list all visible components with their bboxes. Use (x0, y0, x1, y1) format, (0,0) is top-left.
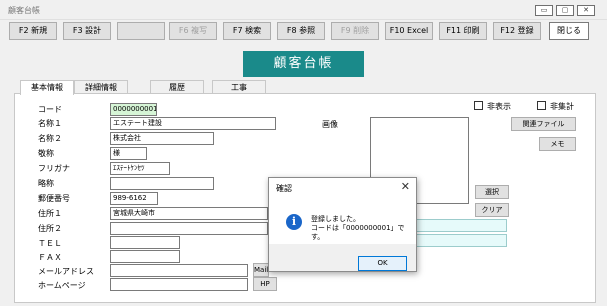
dialog-close-icon[interactable]: ✕ (401, 180, 410, 193)
dialog-message-line1: 登録しました。 (311, 215, 360, 223)
address2-label: 住所２ (38, 224, 62, 233)
hidden-checkbox-label: 非表示 (487, 102, 511, 111)
clear-button[interactable]: クリア (475, 203, 509, 217)
minimize-icon[interactable]: ▭ (535, 5, 553, 16)
postal-code-field[interactable]: 989-6162 (110, 192, 158, 205)
image-label: 画像 (322, 120, 338, 129)
register-button[interactable]: F12 登録 (493, 22, 541, 40)
tab-basic-info[interactable]: 基本情報 (20, 80, 74, 95)
name1-field[interactable]: エステート建設 (110, 117, 276, 130)
print-button[interactable]: F11 印刷 (439, 22, 487, 40)
code-label: コード (38, 105, 62, 114)
address1-field[interactable]: 宮城県大崎市 (110, 207, 268, 220)
memo-button[interactable]: メモ (539, 137, 576, 151)
address2-field[interactable] (110, 222, 268, 235)
design-button[interactable]: F3 設計 (63, 22, 111, 40)
close-button[interactable]: 閉じる (549, 22, 589, 40)
dialog-message: 登録しました。 コードは「0000000001」です。 (311, 215, 416, 242)
ok-button[interactable]: OK (358, 256, 407, 271)
abbreviation-label: 略称 (38, 179, 54, 188)
hidden-checkbox[interactable] (474, 101, 483, 110)
close-icon[interactable]: ✕ (577, 5, 595, 16)
name2-field[interactable]: 株式会社 (110, 132, 214, 145)
info-icon: i (286, 214, 302, 230)
dialog-title: 確認 (276, 184, 292, 193)
mail-button[interactable]: Mail (253, 263, 269, 277)
maximize-icon[interactable]: ▢ (556, 5, 574, 16)
honorific-label: 敬称 (38, 149, 54, 158)
tab-history[interactable]: 履歴 (150, 80, 204, 94)
confirm-dialog: 確認 ✕ i 登録しました。 コードは「0000000001」です。 OK (268, 177, 417, 272)
furigana-field[interactable]: ｴｽﾃｰﾄｹﾝｾﾂ (110, 162, 170, 175)
abbreviation-field[interactable] (110, 177, 214, 190)
new-button[interactable]: F2 新規 (9, 22, 57, 40)
code-field[interactable]: 0000000001 (110, 103, 157, 116)
honorific-field[interactable]: 様 (110, 147, 147, 160)
blank-fkey-button[interactable] (117, 22, 165, 40)
dialog-message-line2: コードは「0000000001」です。 (311, 224, 405, 241)
address2-extra-field[interactable] (410, 234, 507, 247)
tab-construction[interactable]: 工事 (212, 80, 266, 94)
page-title: 顧客台帳 (243, 51, 364, 77)
function-key-bar: F2 新規 F3 設計 F6 複写 F7 検索 F8 参照 F9 削除 F10 … (0, 22, 607, 42)
copy-button[interactable]: F6 複写 (169, 22, 217, 40)
tel-label: ＴＥＬ (38, 239, 62, 248)
window-title: 顧客台帳 (8, 6, 40, 15)
homepage-field[interactable] (110, 278, 248, 291)
delete-button[interactable]: F9 削除 (331, 22, 379, 40)
name1-label: 名称１ (38, 119, 62, 128)
select-button[interactable]: 選択 (475, 185, 509, 199)
homepage-label: ホームページ (38, 281, 86, 290)
address1-label: 住所１ (38, 209, 62, 218)
furigana-label: フリガナ (38, 164, 70, 173)
email-label: メールアドレス (38, 267, 94, 276)
fax-label: ＦＡＸ (38, 253, 62, 262)
postal-code-label: 郵便番号 (38, 194, 70, 203)
address1-extra-field[interactable] (410, 219, 507, 232)
excel-button[interactable]: F10 Excel (385, 22, 433, 40)
title-bar: 顧客台帳 ▭ ▢ ✕ (0, 0, 607, 20)
name2-label: 名称２ (38, 134, 62, 143)
fax-field[interactable] (110, 250, 180, 263)
reference-button[interactable]: F8 参照 (277, 22, 325, 40)
no-aggregate-checkbox-label: 非集計 (550, 102, 574, 111)
tab-detail-info[interactable]: 詳細情報 (74, 80, 128, 94)
no-aggregate-checkbox[interactable] (537, 101, 546, 110)
email-field[interactable] (110, 264, 248, 277)
search-button[interactable]: F7 検索 (223, 22, 271, 40)
related-file-button[interactable]: 関連ファイル (511, 117, 576, 131)
hp-button[interactable]: HP (253, 277, 277, 291)
tel-field[interactable] (110, 236, 180, 249)
